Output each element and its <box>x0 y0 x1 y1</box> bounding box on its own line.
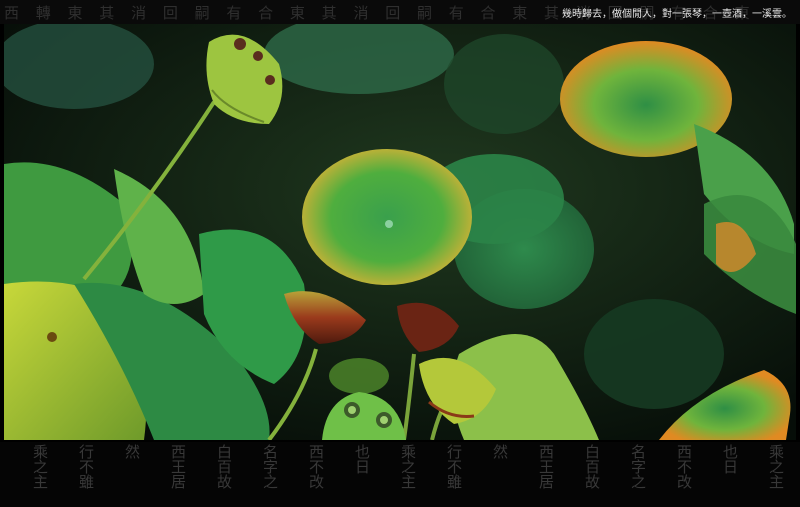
footer-column: 西王居 <box>537 444 555 489</box>
footer-column: 然 <box>491 444 509 459</box>
leaf-spot <box>47 332 57 342</box>
footer-column: 白百故 <box>583 444 601 489</box>
footer-calligraphy: 乘之主 行不雖 然 西王居 白百故 名字之 西不改 也日 乘之主 行不雖 然 西王居 白百故 名字之 西不改… <box>28 444 800 506</box>
shadowed-leaf <box>584 299 724 409</box>
blurred-leaf <box>444 34 564 134</box>
footer-column: 西王居 <box>169 444 187 489</box>
lotus-illustration <box>4 24 796 440</box>
footer-column: 乘之主 <box>399 444 417 489</box>
header-band: 西 轉 東 其 消 回 嗣 有 合 東 其 消 回 嗣 有 合 東 其 消 回 … <box>0 0 800 24</box>
footer-column: 也日 <box>353 444 371 474</box>
yellow-rimmed-lotus-leaf <box>302 149 472 285</box>
lotus-photo <box>4 24 796 440</box>
small-leaf <box>329 358 389 394</box>
footer-column: 也日 <box>721 444 739 474</box>
footer-column: 乘之主 <box>31 444 49 489</box>
poem-caption: 幾時歸去，做個閒人，對一張琴，一壺酒，一溪雲。 <box>562 9 792 20</box>
footer-column: 行不雖 <box>77 444 95 489</box>
footer-column: 西不改 <box>675 444 693 489</box>
footer-column: 乘之主 <box>767 444 785 489</box>
footer-column: 行不雖 <box>445 444 463 489</box>
footer-column: 然 <box>123 444 141 459</box>
leaf-center <box>385 220 393 228</box>
footer-column: 名字之 <box>629 444 647 489</box>
footer-band: 乘之主 行不雖 然 西王居 白百故 名字之 西不改 也日 乘之主 行不雖 然 西王居 白百故 名字之 西不改… <box>0 442 800 507</box>
footer-column: 白百故 <box>215 444 233 489</box>
footer-column: 名字之 <box>261 444 279 489</box>
footer-column: 西不改 <box>307 444 325 489</box>
